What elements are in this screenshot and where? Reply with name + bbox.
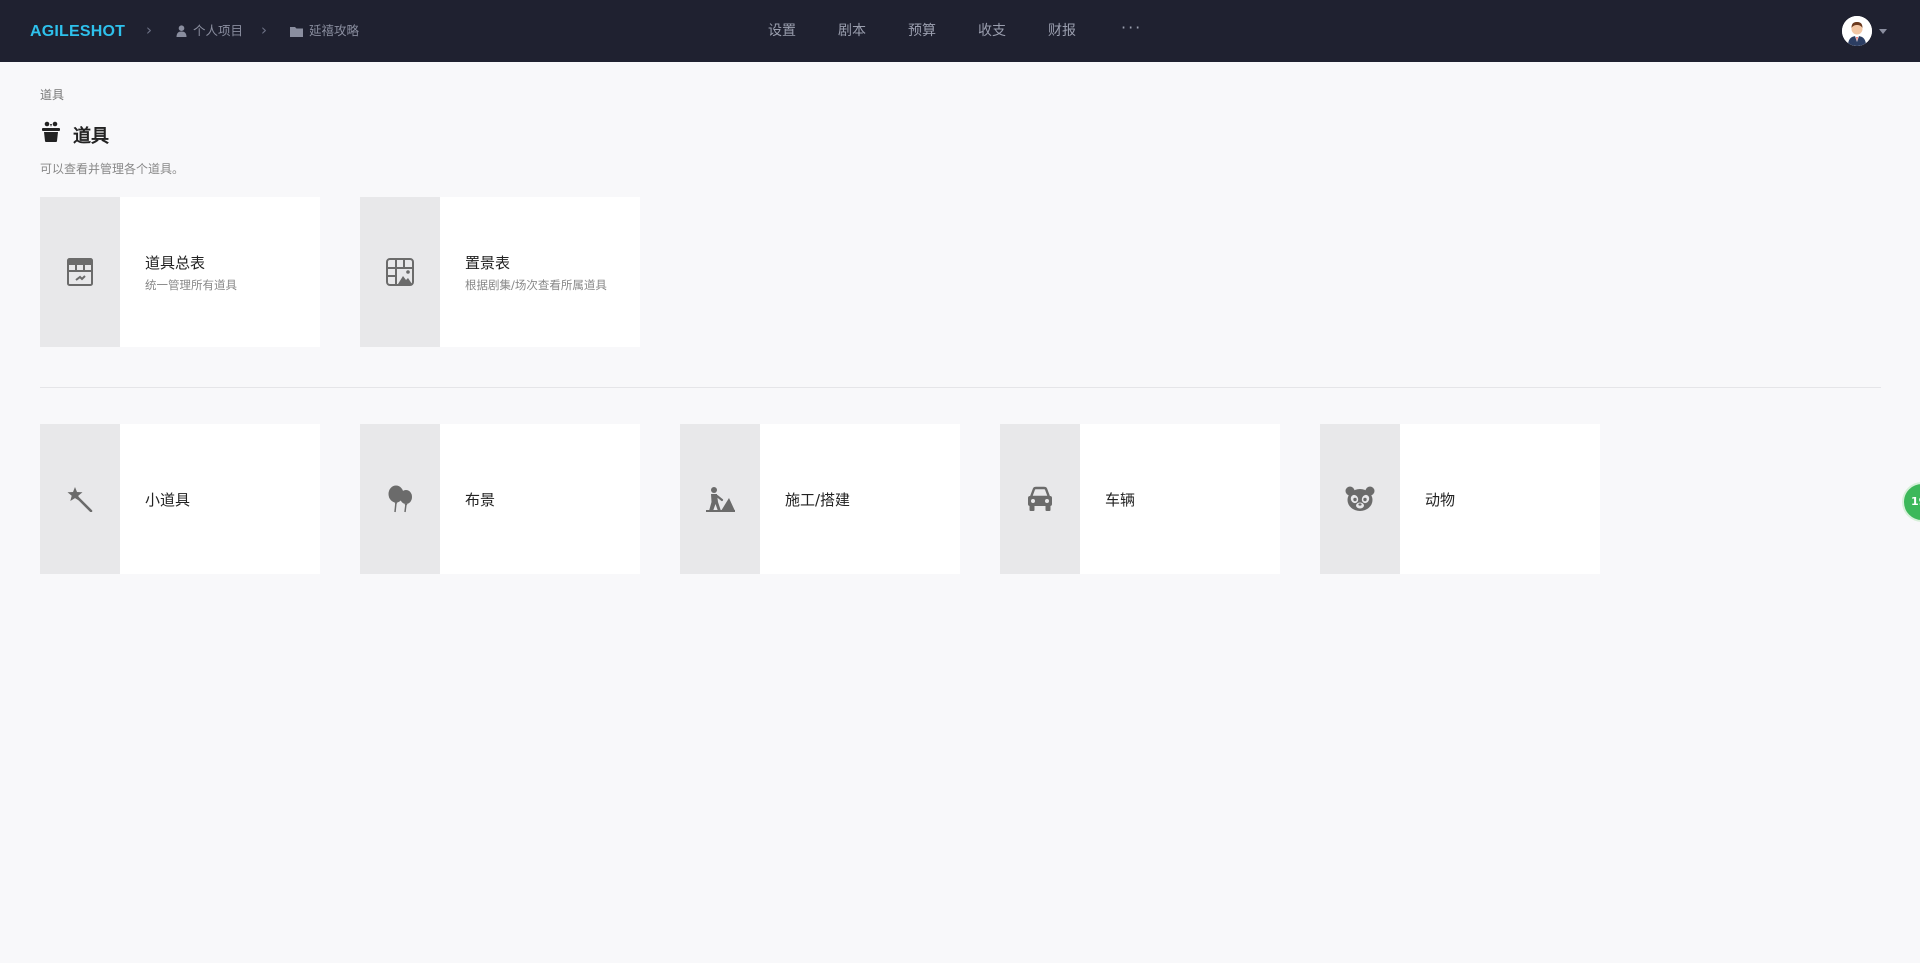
card-title: 车辆 <box>1105 490 1136 509</box>
card-icon-box <box>40 197 120 347</box>
card-icon-box <box>680 424 760 574</box>
top-navbar: AGILESHOT › 个人项目 › 延禧攻略 设置 剧本 预算 收支 财报 ·… <box>0 0 1920 62</box>
avatar-image <box>1842 16 1872 46</box>
magic-hat-icon <box>42 121 60 142</box>
card-icon-box <box>360 197 440 347</box>
balloons-icon <box>388 485 412 513</box>
car-icon <box>1028 486 1052 511</box>
card-title: 布景 <box>465 490 496 509</box>
card-animals[interactable]: 动物 <box>1320 424 1600 574</box>
page-breadcrumb[interactable]: 道具 <box>40 86 64 103</box>
nav-item-income-expense[interactable]: 收支 <box>978 0 1006 62</box>
scene-table-icon <box>386 258 414 286</box>
card-title: 置景表 <box>465 253 511 272</box>
card-icon-box <box>360 424 440 574</box>
prop-table-icon <box>67 258 93 286</box>
folder-icon <box>290 26 303 37</box>
brand-logo[interactable]: AGILESHOT <box>30 0 125 62</box>
card-title: 小道具 <box>145 490 191 509</box>
breadcrumb-label: 个人项目 <box>193 23 244 38</box>
card-title: 动物 <box>1425 490 1456 509</box>
card-subtitle: 根据剧集/场次查看所属道具 <box>465 277 607 292</box>
nav-item-script[interactable]: 剧本 <box>838 0 866 62</box>
card-subtitle: 统一管理所有道具 <box>145 277 237 292</box>
card-title: 施工/搭建 <box>785 490 851 509</box>
card-title: 道具总表 <box>145 253 206 272</box>
card-icon-box <box>1320 424 1400 574</box>
section-divider <box>40 387 1881 388</box>
card-prop-master-table[interactable]: 道具总表 统一管理所有道具 <box>40 197 320 347</box>
card-set-dressing[interactable]: 布景 <box>360 424 640 574</box>
card-construction[interactable]: 施工/搭建 <box>680 424 960 574</box>
page-description: 可以查看并管理各个道具。 <box>40 162 185 176</box>
card-icon-box <box>40 424 120 574</box>
card-vehicles[interactable]: 车辆 <box>1000 424 1280 574</box>
page-title: 道具 <box>73 126 109 147</box>
card-scene-table[interactable]: 置景表 根据剧集/场次查看所属道具 <box>360 197 640 347</box>
card-small-props[interactable]: 小道具 <box>40 424 320 574</box>
card-icon-box <box>1000 424 1080 574</box>
panda-icon <box>1345 486 1375 511</box>
construction-icon <box>706 487 735 512</box>
more-menu-icon[interactable]: ··· <box>1121 0 1142 62</box>
floating-badge[interactable]: 19 <box>1902 482 1920 522</box>
nav-item-financial-report[interactable]: 财报 <box>1048 0 1076 62</box>
user-avatar[interactable] <box>1842 16 1872 46</box>
breadcrumb-label: 延禧攻略 <box>309 23 360 38</box>
user-icon <box>176 25 187 37</box>
breadcrumb-item-personal[interactable]: 个人项目 <box>176 0 243 62</box>
breadcrumb-item-project[interactable]: 延禧攻略 <box>290 0 359 62</box>
chevron-right-icon: › <box>261 21 267 39</box>
nav-item-settings[interactable]: 设置 <box>768 0 796 62</box>
magic-wand-icon <box>67 487 93 512</box>
chevron-right-icon: › <box>146 21 152 39</box>
chevron-down-icon[interactable] <box>1879 29 1887 34</box>
nav-item-budget[interactable]: 预算 <box>908 0 936 62</box>
